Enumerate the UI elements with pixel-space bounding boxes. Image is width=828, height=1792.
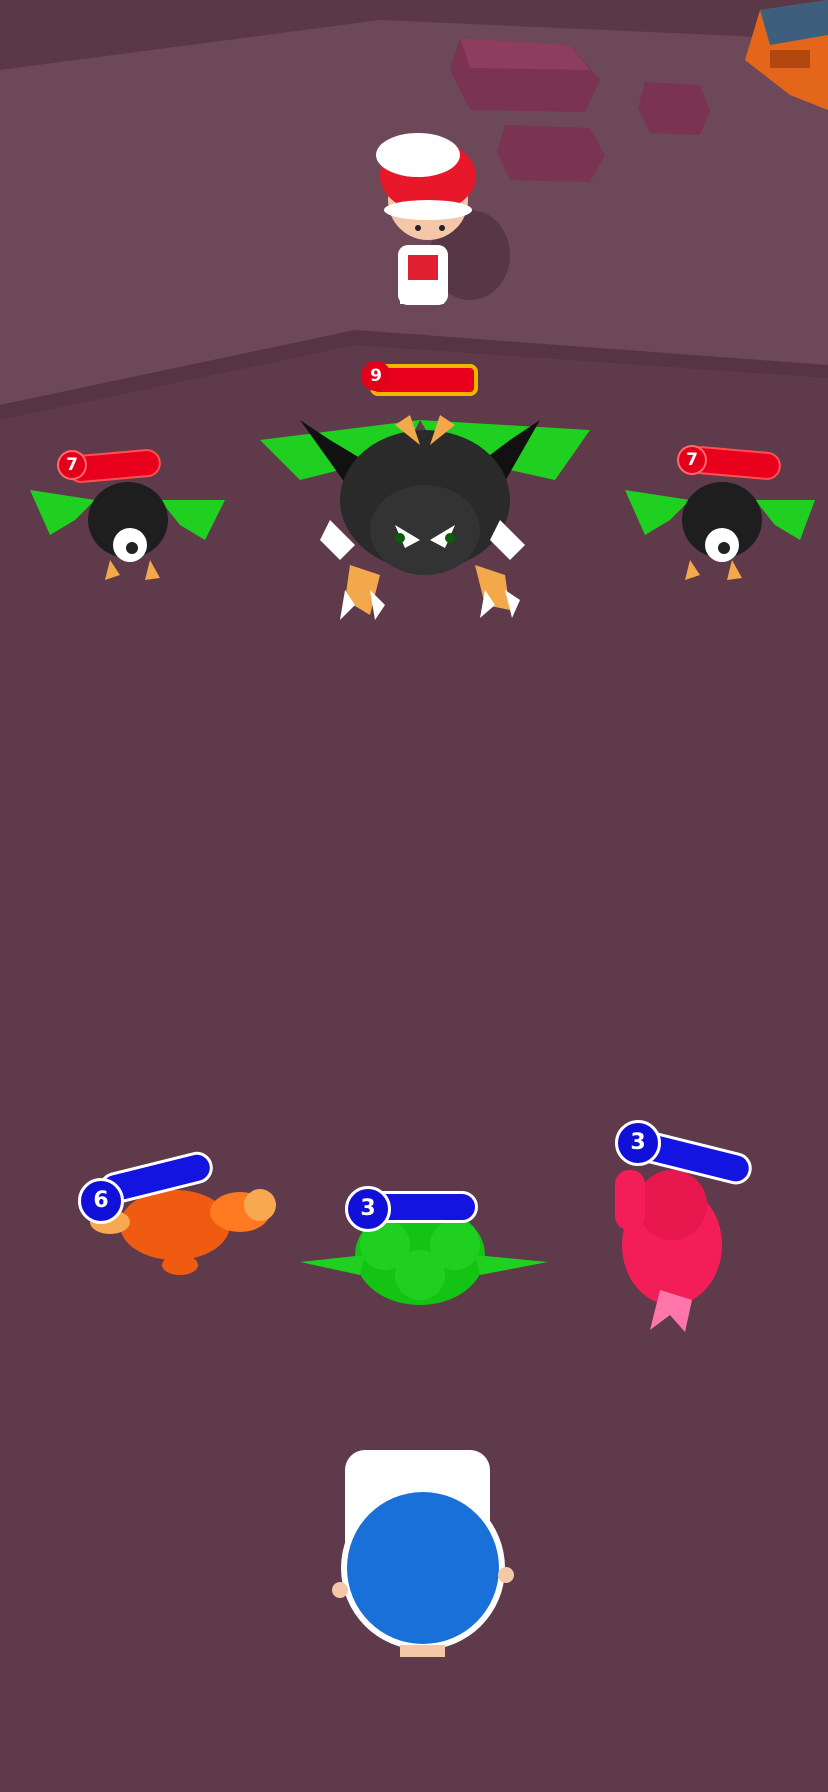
battle-scene [0, 0, 828, 1792]
boss-hp-number: 9 [361, 361, 391, 391]
orange-creature-hp-bar: 6 [78, 1148, 218, 1224]
bat-left-hp-bar: 7 [55, 447, 163, 485]
boss-hp-bar: 9 [355, 360, 480, 400]
green-turtle-hp-bar: 3 [345, 1186, 480, 1233]
orange-creature-hp-number: 6 [78, 1178, 124, 1224]
pink-creature-hp-bar: 3 [615, 1120, 756, 1188]
bat-right-hp-number: 7 [677, 445, 707, 475]
green-turtle-hp-number: 3 [345, 1186, 391, 1232]
pink-creature-hp-number: 3 [615, 1120, 661, 1166]
bat-left-hp-number: 7 [57, 450, 87, 480]
bat-right-hp-bar: 7 [675, 444, 783, 482]
